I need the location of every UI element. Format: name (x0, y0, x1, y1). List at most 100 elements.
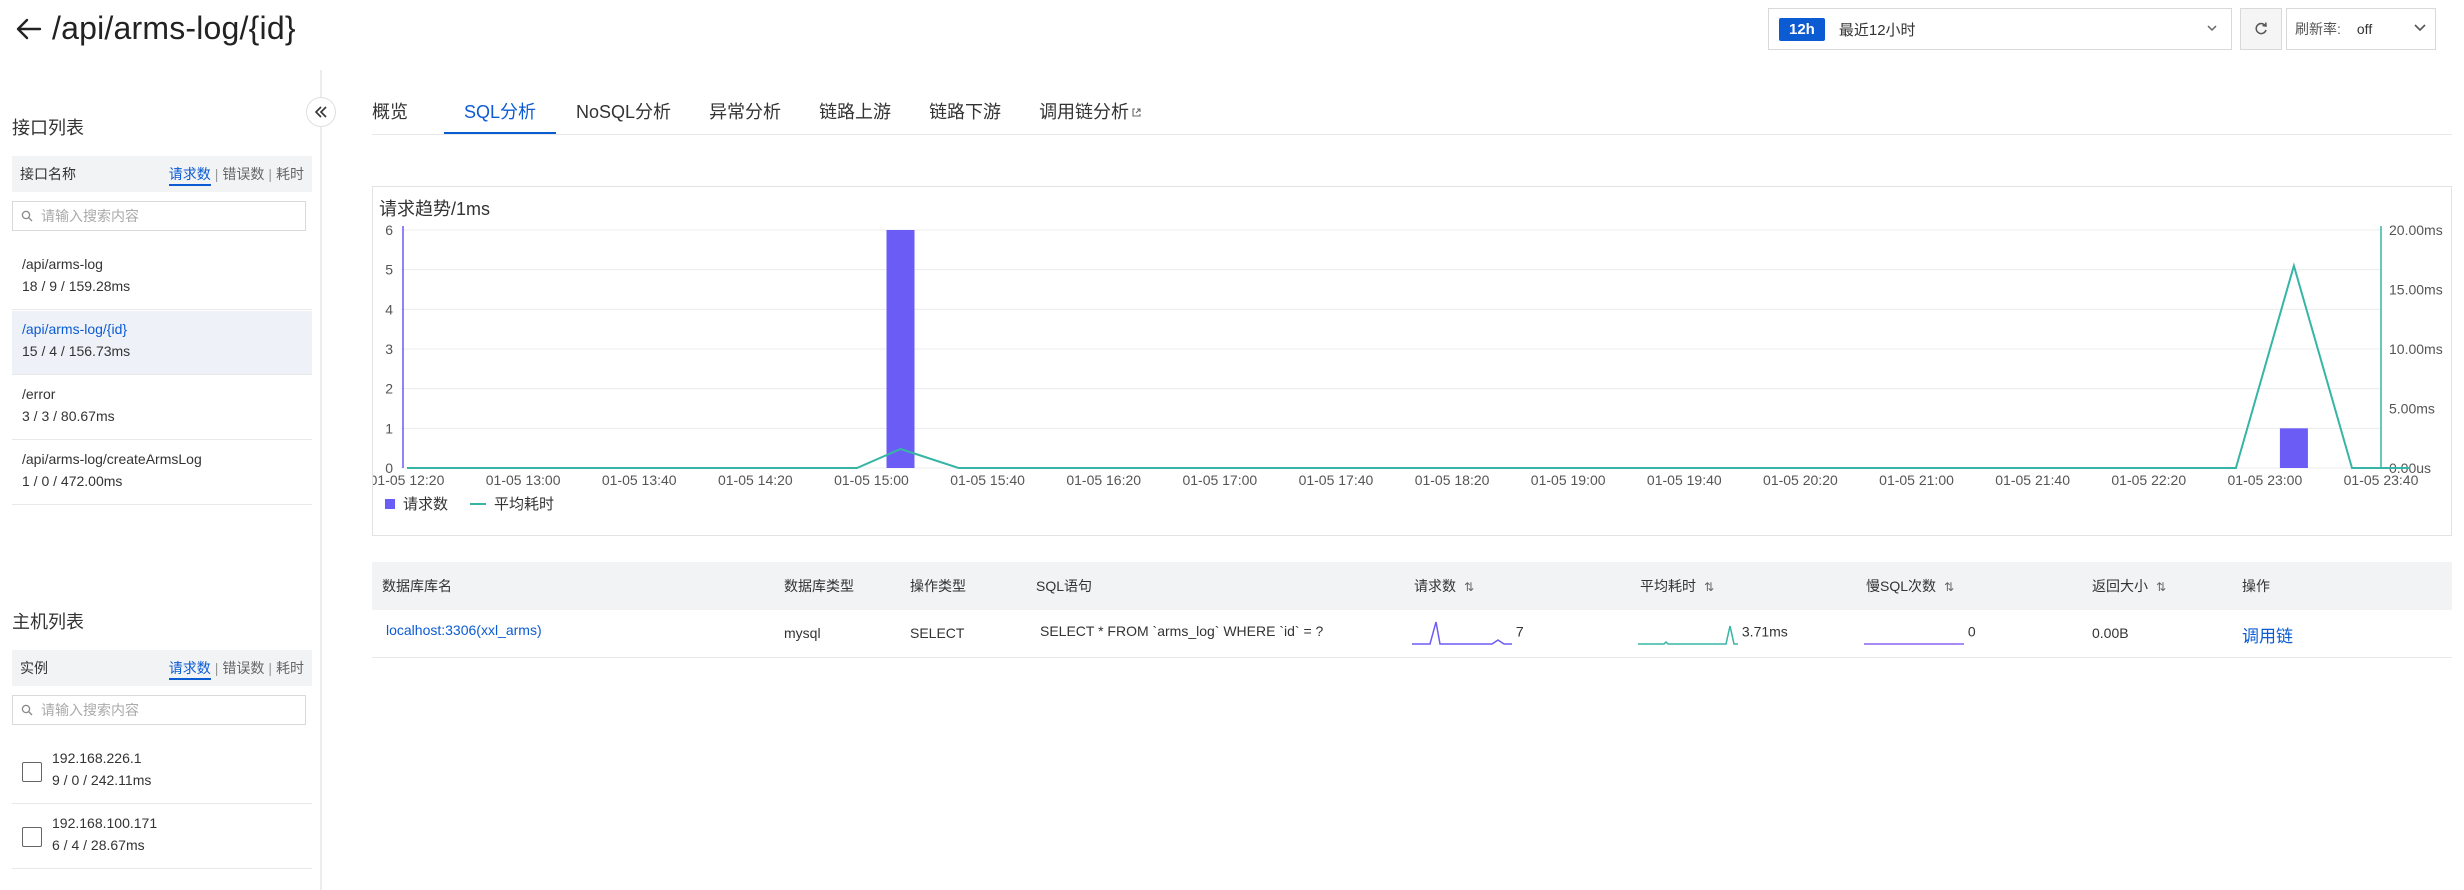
requests-cell: 7 (1412, 618, 1524, 648)
api-sort-errors-tab[interactable]: 错误数 (222, 166, 264, 182)
col-op-type: 操作类型 (910, 578, 966, 594)
col-avg-time-label: 平均耗时 (1640, 578, 1696, 594)
api-item-stats: 1 / 0 / 472.00ms (22, 473, 123, 489)
table-header: 数据库库名 数据库类型 操作类型 SQL语句 请求数 ⇅ 平均耗时 ⇅ 慢SQL次数… (372, 562, 2452, 610)
back-arrow-icon[interactable] (14, 14, 44, 44)
line-avg-latency (407, 262, 2410, 469)
legend-label-requests[interactable]: 请求数 (403, 493, 448, 514)
tab-downstream[interactable]: 链路下游 (929, 92, 1019, 134)
host-search-box[interactable] (12, 695, 306, 725)
api-list-item[interactable]: /api/arms-log/createArmsLog 1 / 0 / 472.… (12, 441, 312, 505)
avg-time-cell: 3.71ms (1638, 618, 1788, 648)
x-tick-label: 01-05 15:00 (834, 472, 909, 487)
api-list-item[interactable]: /api/arms-log 18 / 9 / 159.28ms (12, 246, 312, 310)
host-ip: 192.168.100.171 (52, 815, 158, 831)
tab-trace-analysis-label: 调用链分析 (1039, 102, 1130, 122)
tabs-divider (372, 134, 2452, 135)
y-left-tick-label: 2 (385, 381, 393, 397)
host-ip: 192.168.226.1 (52, 750, 142, 766)
x-tick-label: 01-05 21:40 (1995, 472, 2070, 487)
host-search-input[interactable] (41, 702, 281, 718)
time-range-badge: 12h (1779, 17, 1825, 41)
host-sort-requests-tab[interactable]: 请求数 (168, 660, 211, 680)
api-item-stats: 18 / 9 / 159.28ms (22, 278, 131, 294)
col-return-size-label: 返回大小 (2092, 578, 2148, 594)
x-tick-label: 01-05 23:00 (2228, 472, 2303, 487)
tab-overview[interactable]: 概览 (372, 92, 426, 134)
legend-label-avg-latency[interactable]: 平均耗时 (494, 493, 554, 514)
bar-requests (2279, 428, 2308, 468)
api-item-stats: 3 / 3 / 80.67ms (22, 408, 115, 424)
api-list-item-selected[interactable]: /api/arms-log/{id} 15 / 4 / 156.73ms (12, 311, 312, 375)
host-list-item[interactable]: 192.168.100.171 6 / 4 / 28.67ms (12, 805, 312, 869)
sort-icon[interactable]: ⇅ (2156, 580, 2166, 594)
y-right-tick-label: 10.00ms (2389, 341, 2443, 357)
time-range-select[interactable]: 12h 最近12小时 (1768, 8, 2232, 50)
x-tick-label: 01-05 13:00 (486, 472, 561, 487)
tab-upstream[interactable]: 链路上游 (819, 92, 909, 134)
legend-swatch-requests (385, 498, 395, 509)
api-name-column-label: 接口名称 (20, 166, 76, 182)
chart-legend: 请求数 平均耗时 (385, 493, 554, 514)
tab-sql-analysis[interactable]: SQL分析 (444, 92, 557, 134)
host-list-item[interactable]: 192.168.226.1 9 / 0 / 242.11ms (12, 740, 312, 804)
api-item-name: /api/arms-log (22, 256, 103, 272)
sort-icon[interactable]: ⇅ (1944, 580, 1954, 594)
col-slow-sql-label: 慢SQL次数 (1866, 578, 1937, 594)
api-sort-requests-tab[interactable]: 请求数 (168, 166, 211, 186)
sql-cell: SELECT * FROM `arms_log` WHERE `id` = ? (1040, 623, 1324, 639)
y-right-tick-label: 15.00ms (2389, 282, 2443, 298)
host-checkbox[interactable] (22, 827, 42, 847)
search-icon (21, 704, 33, 716)
host-stats: 6 / 4 / 28.67ms (52, 837, 145, 853)
api-list-title: 接口列表 (12, 118, 84, 138)
y-left-tick-label: 3 (385, 341, 393, 357)
instance-column-label: 实例 (20, 660, 48, 676)
col-slow-sql[interactable]: 慢SQL次数 ⇅ (1866, 576, 1954, 596)
col-db-type: 数据库类型 (784, 578, 854, 594)
db-name-link[interactable]: localhost:3306(xxl_arms) (386, 622, 542, 638)
x-tick-label: 01-05 17:40 (1299, 472, 1374, 487)
view-trace-link[interactable]: 调用链 (2242, 622, 2293, 647)
tab-trace-analysis[interactable]: 调用链分析 (1039, 92, 1160, 134)
external-link-icon (1132, 108, 1141, 117)
return-size-cell: 0.00B (2092, 625, 2129, 641)
refresh-icon (2255, 22, 2267, 35)
analysis-tabs: 概览 SQL分析 NoSQL分析 异常分析 链路上游 链路下游 调用链分析 (372, 92, 1180, 134)
api-list-item[interactable]: /error 3 / 3 / 80.67ms (12, 376, 312, 440)
host-sort-latency-tab[interactable]: 耗时 (276, 660, 304, 676)
collapse-sidebar-button[interactable] (306, 97, 336, 127)
col-return-size[interactable]: 返回大小 ⇅ (2092, 576, 2166, 596)
refresh-rate-value: off (2356, 21, 2373, 37)
col-action: 操作 (2242, 578, 2270, 594)
api-search-box[interactable] (12, 201, 306, 231)
x-tick-label: 01-05 16:20 (1066, 472, 1141, 487)
sort-icon[interactable]: ⇅ (1704, 580, 1714, 594)
refresh-rate-select[interactable]: 刷新率: off (2286, 8, 2436, 50)
col-requests[interactable]: 请求数 ⇅ (1414, 576, 1474, 596)
requests-sparkline (1412, 621, 1512, 645)
x-tick-label: 01-05 23:40 (2344, 472, 2419, 487)
api-sort-latency-tab[interactable]: 耗时 (276, 166, 304, 182)
search-icon (21, 210, 33, 222)
host-list-header: 实例 请求数 | 错误数 | 耗时 (12, 650, 312, 686)
api-item-name: /error (22, 386, 56, 402)
tab-nosql-analysis[interactable]: NoSQL分析 (576, 92, 689, 134)
col-avg-time[interactable]: 平均耗时 ⇅ (1640, 576, 1714, 596)
request-trend-chart-panel: 请求趋势/1ms 0 1 2 3 4 5 6 0.00us 5.00ms 10.00ms 15.00… (372, 186, 2452, 536)
y-right-tick-label: 5.00ms (2389, 401, 2435, 417)
legend-swatch-avg-latency (470, 502, 487, 505)
slow-sql-value: 0 (1967, 623, 1976, 640)
chevron-down-icon (2207, 25, 2217, 32)
time-range-label: 最近12小时 (1838, 21, 1916, 39)
host-sort-errors-tab[interactable]: 错误数 (222, 660, 264, 676)
tab-exception-analysis[interactable]: 异常分析 (709, 92, 799, 134)
api-search-input[interactable] (41, 208, 281, 224)
host-checkbox[interactable] (22, 762, 42, 782)
refresh-button[interactable] (2240, 8, 2282, 50)
sort-icon[interactable]: ⇅ (1464, 580, 1474, 594)
double-chevron-left-icon (314, 106, 327, 118)
slow-sql-cell: 0 (1864, 618, 1976, 648)
op-type-cell: SELECT (910, 625, 965, 641)
page-title: /api/arms-log/{id} (52, 10, 296, 46)
